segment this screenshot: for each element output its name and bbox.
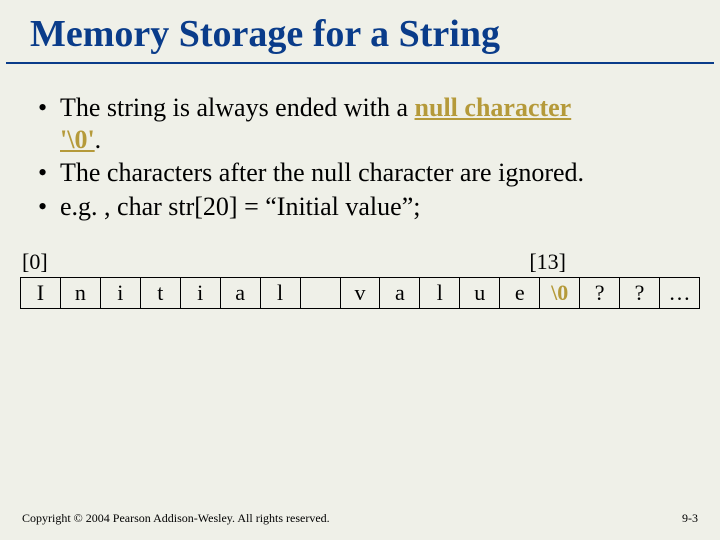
cell: a (380, 278, 420, 308)
bullet-2: The characters after the null character … (36, 157, 684, 189)
cell-row: I n i t i a l v a l u e \0 ? ? … (20, 277, 700, 309)
index-13: [13] (529, 249, 700, 275)
index-0: [0] (20, 249, 60, 275)
cell: ? (620, 278, 660, 308)
cell: … (660, 278, 699, 308)
cell: ? (580, 278, 620, 308)
bullet-list: The string is always ended with a null c… (36, 92, 684, 223)
cell: l (420, 278, 460, 308)
cell: u (460, 278, 500, 308)
footer: Copyright © 2004 Pearson Addison-Wesley.… (22, 511, 698, 526)
bullet-1-text-a: The string is always ended with a (60, 93, 415, 122)
bullet-3: e.g. , char str[20] = “Initial value”; (36, 191, 684, 223)
cell (301, 278, 341, 308)
cell: n (61, 278, 101, 308)
cell: v (341, 278, 381, 308)
copyright-text: Copyright © 2004 Pearson Addison-Wesley.… (22, 511, 330, 526)
cell-null: \0 (540, 278, 580, 308)
cell: t (141, 278, 181, 308)
bullet-1-null: '\0' (60, 125, 95, 154)
bullet-1-text-d: . (95, 125, 102, 154)
cell: i (181, 278, 221, 308)
index-row: [0] [13] (20, 249, 700, 275)
cell: l (261, 278, 301, 308)
array-diagram: [0] [13] I n i t i a l v a l u e \0 ? ? … (0, 225, 720, 309)
bullet-1-emph: null character (415, 93, 572, 122)
cell: a (221, 278, 261, 308)
slide-content: The string is always ended with a null c… (0, 64, 720, 223)
page-number: 9-3 (682, 511, 698, 526)
cell: i (101, 278, 141, 308)
cell: I (21, 278, 61, 308)
slide-title: Memory Storage for a String (6, 0, 714, 64)
cell: e (500, 278, 540, 308)
bullet-1: The string is always ended with a null c… (36, 92, 684, 155)
